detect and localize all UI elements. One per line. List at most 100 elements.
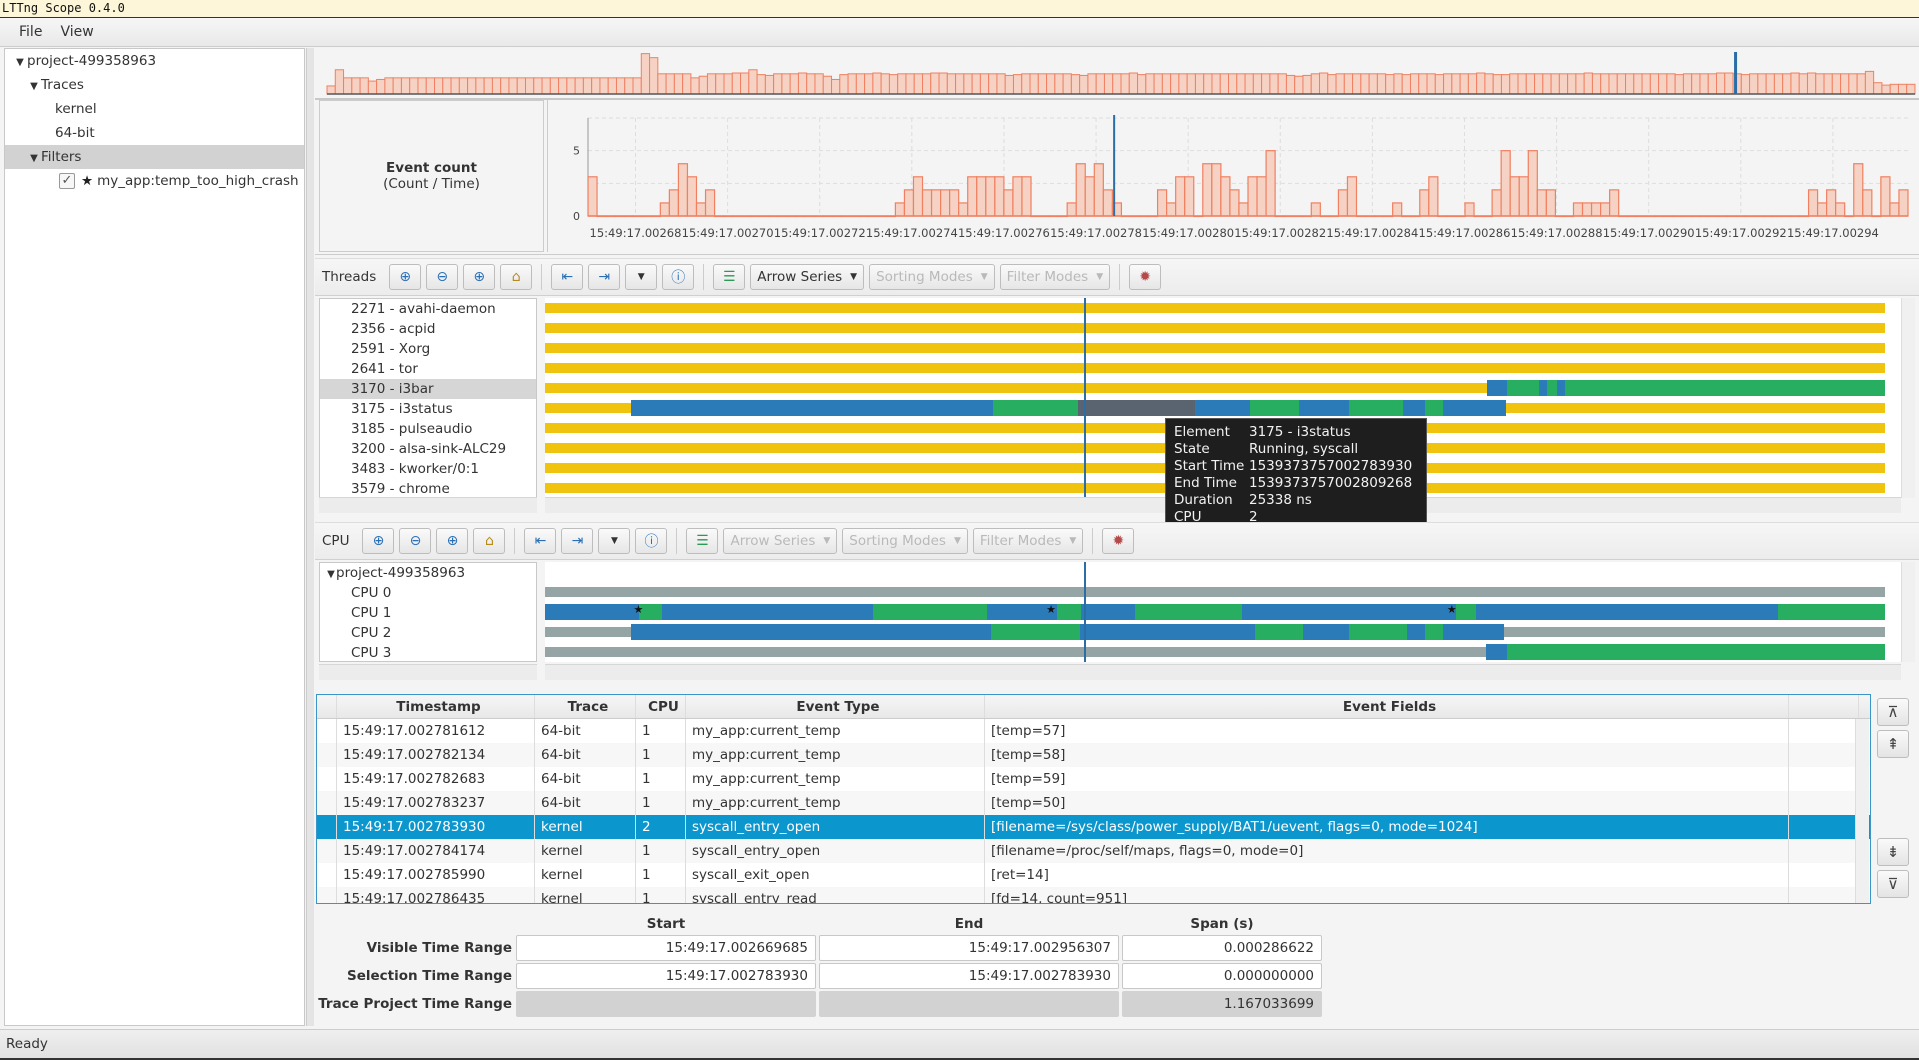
state-interval-waiting[interactable] <box>545 343 1885 353</box>
expand-icon[interactable]: ▼ <box>27 147 41 171</box>
prev-event-button[interactable]: ⇤ <box>551 264 584 290</box>
cpu-timeline[interactable]: ★ ★ ★ <box>545 562 1901 662</box>
go-to-last-button[interactable]: ⊽ <box>1877 870 1909 898</box>
event-row[interactable]: 15:49:17.002785990 kernel 1 syscall_exit_op… <box>317 863 1870 887</box>
splitter[interactable] <box>306 48 314 1026</box>
state-interval-user[interactable] <box>1485 644 1508 660</box>
col-event-fields[interactable]: Event Fields <box>985 695 1789 718</box>
overview-chart[interactable] <box>315 48 1919 100</box>
state-interval-syscall[interactable] <box>1249 400 1300 416</box>
trace-overview[interactable] <box>315 48 1919 100</box>
thread-row[interactable]: 2271 - avahi-daemon <box>320 299 536 319</box>
star-icon[interactable]: ★ <box>1046 603 1056 616</box>
help-button[interactable]: ⓘ <box>662 264 695 290</box>
menu-view[interactable]: View <box>51 18 102 46</box>
state-interval-syscall[interactable] <box>873 604 988 620</box>
state-interval-user[interactable] <box>1303 624 1349 640</box>
thread-row[interactable]: 3579 - chrome <box>320 479 536 497</box>
zoom-to-selection-button[interactable]: ⊕ <box>463 264 496 290</box>
state-interval-user[interactable] <box>630 624 992 640</box>
go-to-first-button[interactable]: ⊼ <box>1877 698 1909 726</box>
state-interval-hover[interactable] <box>1078 400 1195 416</box>
state-interval-blocked[interactable] <box>545 587 1885 597</box>
selection-span-field[interactable]: 0.000000000 <box>1122 963 1322 989</box>
state-interval-waiting[interactable] <box>545 323 1885 333</box>
state-interval-user[interactable] <box>1556 380 1565 396</box>
page-up-button[interactable]: ⇞ <box>1877 730 1909 758</box>
state-interval-syscall[interactable] <box>1547 380 1557 396</box>
state-interval-user[interactable] <box>1539 380 1548 396</box>
col-event-type[interactable]: Event Type <box>686 695 985 718</box>
sorting-modes-dropdown[interactable]: Sorting Modes ▼ <box>842 528 968 554</box>
selection-start-field[interactable]: 15:49:17.002783930 <box>516 963 816 989</box>
event-row[interactable]: 15:49:17.002784174 kernel 1 syscall_entry_o… <box>317 839 1870 863</box>
tree-project[interactable]: ▼ project-499358963 <box>5 49 304 73</box>
state-interval-user[interactable] <box>1299 400 1349 416</box>
zoom-in-button[interactable]: ⊕ <box>389 264 422 290</box>
state-interval-syscall[interactable] <box>1425 400 1443 416</box>
next-event-button[interactable]: ⇥ <box>588 264 621 290</box>
state-interval-syscall[interactable] <box>1456 604 1477 620</box>
zoom-out-button[interactable]: ⊖ <box>399 528 432 554</box>
state-interval-syscall[interactable] <box>992 400 1079 416</box>
state-interval-user[interactable] <box>1442 624 1505 640</box>
state-interval-syscall[interactable] <box>1134 604 1242 620</box>
histogram-chart-area[interactable]: 0 5 15:49:17.00268 15:49:17.00270 15:49:17.0… <box>547 100 1919 252</box>
col-timestamp[interactable]: Timestamp <box>337 695 535 718</box>
state-interval-user[interactable] <box>1081 604 1135 620</box>
selection-cursor[interactable] <box>1084 562 1086 662</box>
thread-row[interactable]: 2591 - Xorg <box>320 339 536 359</box>
cpu-row[interactable]: CPU 0 <box>320 583 536 603</box>
state-interval-user[interactable] <box>1194 400 1250 416</box>
event-row[interactable]: 15:49:17.002786435 kernel 1 syscall_entry_r… <box>317 887 1870 903</box>
home-button[interactable]: ⌂ <box>473 528 506 554</box>
state-interval-waiting[interactable] <box>1505 403 1885 413</box>
state-interval-user[interactable] <box>661 604 874 620</box>
tree-traces[interactable]: ▼ Traces <box>5 73 304 97</box>
zoom-in-button[interactable]: ⊕ <box>362 528 395 554</box>
arrow-series-dropdown[interactable]: Arrow Series ▼ <box>723 528 838 554</box>
state-interval-user[interactable] <box>630 400 993 416</box>
event-row[interactable]: 15:49:17.002783237 64-bit 1 my_app:current_… <box>317 791 1870 815</box>
arrow-series-dropdown[interactable]: Arrow Series ▼ <box>750 264 865 290</box>
threads-vscroll[interactable] <box>1901 298 1915 498</box>
cpu-tree-project[interactable]: ▼project-499358963 <box>320 563 536 583</box>
thread-row[interactable]: 3200 - alsa-sink-ALC29 <box>320 439 536 459</box>
prev-event-button[interactable]: ⇤ <box>524 528 557 554</box>
visible-start-field[interactable]: 15:49:17.002669685 <box>516 935 816 961</box>
star-icon[interactable]: ★ <box>1447 603 1457 616</box>
state-interval-syscall[interactable] <box>1349 400 1403 416</box>
visible-end-field[interactable]: 15:49:17.002956307 <box>819 935 1119 961</box>
cpu-row[interactable]: CPU 1 <box>320 603 536 623</box>
state-interval-syscall[interactable] <box>991 624 1080 640</box>
legend-button[interactable]: ☰ <box>713 264 746 290</box>
thread-row[interactable]: 3170 - i3bar <box>320 379 536 399</box>
state-interval-syscall[interactable] <box>1777 604 1885 620</box>
home-button[interactable]: ⌂ <box>500 264 533 290</box>
nav-dropdown-button[interactable]: ▼ <box>625 264 658 290</box>
event-row[interactable]: 15:49:17.002782683 64-bit 1 my_app:current_… <box>317 767 1870 791</box>
thread-row[interactable]: 3185 - pulseaudio <box>320 419 536 439</box>
threads-list[interactable]: 2271 - avahi-daemon 2356 - acpid 2591 - Xo… <box>319 298 537 498</box>
nav-dropdown-button[interactable]: ▼ <box>598 528 631 554</box>
visible-span-field[interactable]: 0.000286622 <box>1122 935 1322 961</box>
histogram-chart[interactable]: 0515:49:17.00268 15:49:17.00270 15:49:17.0… <box>548 100 1919 252</box>
state-interval-syscall[interactable] <box>1056 604 1081 620</box>
zoom-to-selection-button[interactable]: ⊕ <box>436 528 469 554</box>
state-interval-blocked[interactable] <box>545 647 1486 657</box>
menu-file[interactable]: File <box>10 18 51 46</box>
threads-list-hscroll[interactable] <box>319 497 537 513</box>
state-interval-syscall[interactable] <box>1507 380 1540 396</box>
cpu-vscroll[interactable] <box>1901 562 1915 662</box>
thread-row[interactable]: 3483 - kworker/0:1 <box>320 459 536 479</box>
state-interval-waiting[interactable] <box>545 403 631 413</box>
help-button[interactable]: ⓘ <box>635 528 668 554</box>
selection-end-field[interactable]: 15:49:17.002783930 <box>819 963 1119 989</box>
page-down-button[interactable]: ⇟ <box>1877 838 1909 866</box>
col-trace[interactable]: Trace <box>535 695 636 718</box>
cpu-row[interactable]: CPU 3 <box>320 643 536 661</box>
expand-icon[interactable]: ▼ <box>326 565 336 585</box>
cpu-row[interactable]: CPU 2 <box>320 623 536 643</box>
events-vscroll[interactable] <box>1855 719 1869 903</box>
state-interval-waiting[interactable] <box>545 383 1488 393</box>
